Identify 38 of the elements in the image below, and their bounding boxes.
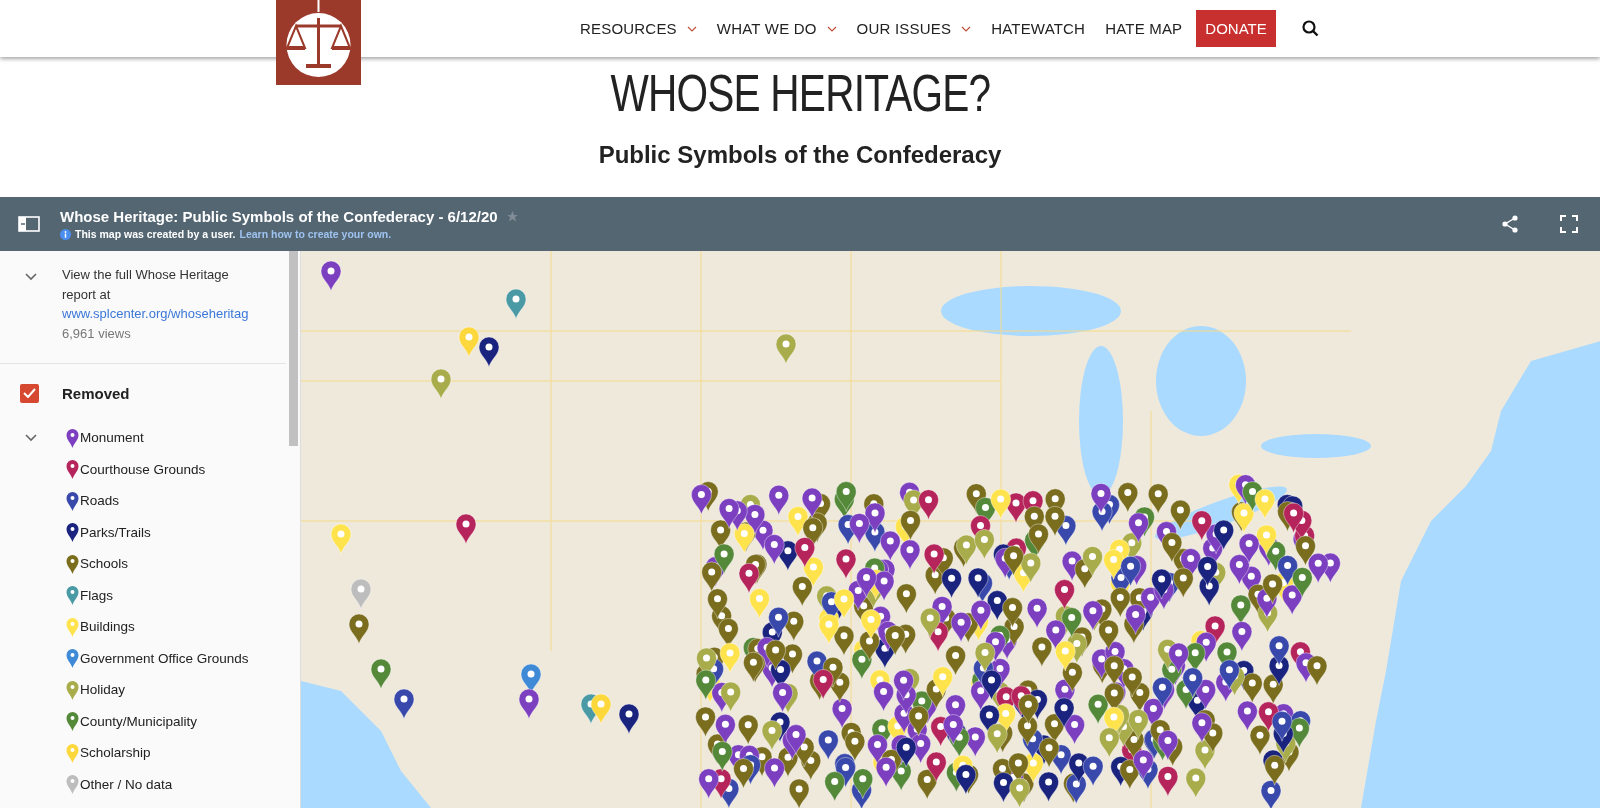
info-icon bbox=[60, 228, 71, 240]
legend-label[interactable]: Courthouse Grounds bbox=[80, 461, 206, 477]
legend-label[interactable]: Roads bbox=[80, 493, 120, 509]
search-button[interactable] bbox=[1299, 18, 1321, 39]
nav-link[interactable]: WHAT WE DO bbox=[716, 20, 837, 37]
sidebar-toggle-icon[interactable] bbox=[18, 216, 40, 232]
legend-label[interactable]: Monument bbox=[80, 430, 144, 446]
legend-label[interactable]: Government Office Grounds bbox=[80, 650, 249, 666]
layer-checkbox[interactable] bbox=[20, 383, 39, 403]
legend-label[interactable]: Buildings bbox=[80, 619, 135, 635]
legend-label[interactable]: Other / No data bbox=[80, 776, 173, 792]
legend-label[interactable]: Parks/Trails bbox=[80, 524, 151, 540]
layer-name: Removed bbox=[62, 384, 130, 402]
nav-link[interactable]: HATEWATCH bbox=[991, 20, 1086, 37]
star-icon[interactable] bbox=[505, 210, 519, 223]
description-text: View the full Whose Heritage report at bbox=[62, 266, 230, 304]
notice-text: This map was created by a user. bbox=[75, 228, 236, 240]
legend-label[interactable]: Holiday bbox=[80, 682, 126, 698]
report-link[interactable]: www.splcenter.org/whoseheritag bbox=[62, 304, 258, 324]
legend-label[interactable]: Flags bbox=[80, 587, 113, 603]
nav-link[interactable]: RESOURCES bbox=[580, 20, 697, 37]
nav-link[interactable]: HATE MAP bbox=[1105, 20, 1183, 37]
view-count: 6,961 views bbox=[62, 324, 132, 343]
caret-icon bbox=[826, 25, 837, 32]
nav-link[interactable]: OUR ISSUES bbox=[856, 20, 972, 37]
page-subtitle: Public Symbols of the Confederacy bbox=[598, 141, 1002, 169]
caret-icon bbox=[686, 25, 697, 32]
legend-label[interactable]: County/Municipality bbox=[80, 713, 198, 729]
share-icon[interactable] bbox=[1502, 215, 1518, 233]
logo[interactable] bbox=[276, 0, 361, 85]
legend-label[interactable]: Schools bbox=[80, 556, 129, 572]
scrollbar[interactable] bbox=[289, 251, 298, 446]
map-title: Whose Heritage: Public Symbols of the Confederacy - 6/12/20 bbox=[60, 208, 498, 225]
fullscreen-icon[interactable] bbox=[1560, 215, 1578, 233]
caret-icon bbox=[961, 25, 972, 32]
legend-label[interactable]: Scholarship bbox=[80, 745, 151, 761]
page-title: WHOSE HERITAGE? bbox=[610, 63, 990, 123]
donate-button[interactable]: DONATE bbox=[1196, 10, 1276, 47]
